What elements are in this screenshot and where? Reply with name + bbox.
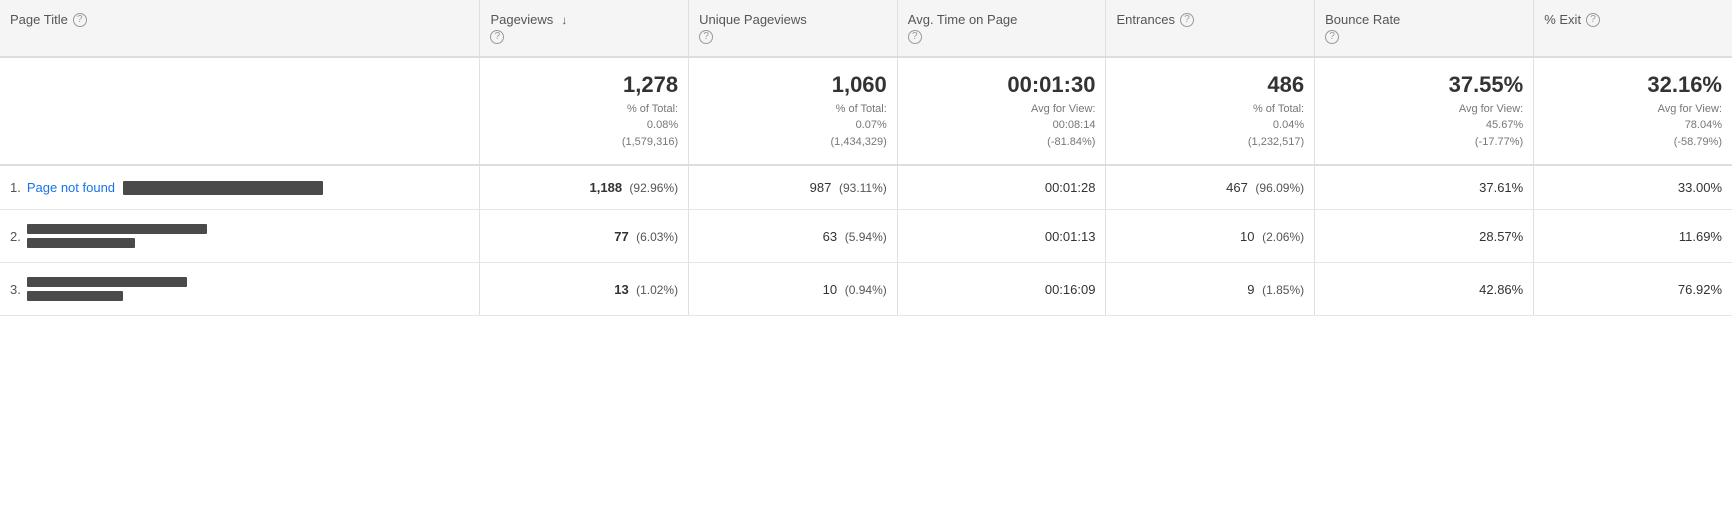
row-number: 2. (10, 229, 21, 244)
avgtime-help-icon[interactable]: ? (908, 30, 922, 44)
row-unique-cell: 63 (5.94%) (689, 210, 898, 263)
summary-exit-cell: 32.16% Avg for View: 78.04% (-58.79%) (1534, 57, 1732, 166)
col-header-unique-pageviews: Unique Pageviews ? (689, 0, 898, 57)
row-pageviews-cell: 77 (6.03%) (480, 210, 689, 263)
row-bounce-cell: 42.86% (1315, 263, 1534, 316)
row-entrances-cell: 467 (96.09%) (1106, 165, 1315, 210)
col-header-entrances: Entrances ? (1106, 0, 1315, 57)
row-exit-cell: 33.00% (1534, 165, 1732, 210)
redacted-bar-2 (27, 291, 123, 301)
row-avgtime-cell: 00:01:13 (897, 210, 1106, 263)
pageviews-value: 1,188 (590, 180, 623, 195)
summary-row: 1,278 % of Total: 0.08% (1,579,316) 1,06… (0, 57, 1732, 166)
summary-pageviews-cell: 1,278 % of Total: 0.08% (1,579,316) (480, 57, 689, 166)
unique-pct: (0.94%) (845, 283, 887, 297)
summary-avgtime-main: 00:01:30 (908, 72, 1096, 98)
row-number: 3. (10, 282, 21, 297)
row-title-cell: 2. (0, 210, 480, 263)
bounce-help-icon[interactable]: ? (1325, 30, 1339, 44)
summary-avgtime-cell: 00:01:30 Avg for View: 00:08:14 (-81.84%… (897, 57, 1106, 166)
summary-bounce-cell: 37.55% Avg for View: 45.67% (-17.77%) (1315, 57, 1534, 166)
pageviews-pct: (92.96%) (626, 181, 678, 195)
col-header-pageviews: Pageviews ↓ ? (480, 0, 689, 57)
row-bounce-cell: 37.61% (1315, 165, 1534, 210)
table-header-row: Page Title ? Pageviews ↓ ? Unique Pagevi… (0, 0, 1732, 57)
col-header-pct-exit: % Exit ? (1534, 0, 1732, 57)
pageviews-sort-arrow[interactable]: ↓ (561, 13, 567, 27)
summary-pageviews-main: 1,278 (490, 72, 678, 98)
summary-unique-sub: % of Total: 0.07% (1,434,329) (699, 101, 887, 151)
summary-bounce-sub: Avg for View: 45.67% (-17.77%) (1325, 101, 1523, 151)
unique-pct: (93.11%) (839, 181, 887, 195)
summary-avgtime-sub: Avg for View: 00:08:14 (-81.84%) (908, 101, 1096, 151)
entrances-help-icon[interactable]: ? (1180, 13, 1194, 27)
row-entrances-cell: 9 (1.85%) (1106, 263, 1315, 316)
summary-title-cell (0, 57, 480, 166)
row-unique-cell: 987 (93.11%) (689, 165, 898, 210)
row-unique-cell: 10 (0.94%) (689, 263, 898, 316)
col-exit-label: % Exit (1544, 12, 1581, 27)
pageviews-value: 77 (614, 229, 628, 244)
table-row: 3.13 (1.02%)10 (0.94%)00:16:099 (1.85%)4… (0, 263, 1732, 316)
row-pageviews-cell: 1,188 (92.96%) (480, 165, 689, 210)
table-row: 2.77 (6.03%)63 (5.94%)00:01:1310 (2.06%)… (0, 210, 1732, 263)
pageviews-pct: (6.03%) (633, 230, 678, 244)
row-avgtime-cell: 00:16:09 (897, 263, 1106, 316)
pageviews-pct: (1.02%) (633, 283, 678, 297)
data-bar (123, 181, 323, 195)
col-title-label: Page Title (10, 12, 68, 27)
entrances-pct: (2.06%) (1262, 230, 1304, 244)
row-number: 1. (10, 180, 21, 195)
unique-help-icon[interactable]: ? (699, 30, 713, 44)
row-exit-cell: 11.69% (1534, 210, 1732, 263)
row-title-cell: 1. Page not found (0, 165, 480, 210)
summary-entrances-cell: 486 % of Total: 0.04% (1,232,517) (1106, 57, 1315, 166)
summary-exit-sub: Avg for View: 78.04% (-58.79%) (1544, 101, 1722, 151)
summary-pageviews-sub: % of Total: 0.08% (1,579,316) (490, 101, 678, 151)
row-title-cell: 3. (0, 263, 480, 316)
col-header-page-title: Page Title ? (0, 0, 480, 57)
redacted-bar-1 (27, 224, 207, 234)
summary-exit-main: 32.16% (1544, 72, 1722, 98)
row-pageviews-cell: 13 (1.02%) (480, 263, 689, 316)
entrances-pct: (1.85%) (1262, 283, 1304, 297)
exit-help-icon[interactable]: ? (1586, 13, 1600, 27)
unique-pct: (5.94%) (845, 230, 887, 244)
col-avgtime-label: Avg. Time on Page (908, 12, 1018, 27)
summary-bounce-main: 37.55% (1325, 72, 1523, 98)
pageviews-value: 13 (614, 282, 628, 297)
row-avgtime-cell: 00:01:28 (897, 165, 1106, 210)
col-bounce-label: Bounce Rate (1325, 12, 1400, 27)
redacted-bar-2 (27, 238, 135, 248)
redacted-bar-1 (27, 277, 187, 287)
entrances-pct: (96.09%) (1255, 181, 1304, 195)
summary-entrances-main: 486 (1116, 72, 1304, 98)
col-header-avg-time: Avg. Time on Page ? (897, 0, 1106, 57)
row-exit-cell: 76.92% (1534, 263, 1732, 316)
table-row: 1.Page not found1,188 (92.96%)987 (93.11… (0, 165, 1732, 210)
col-entrances-label: Entrances (1116, 12, 1175, 27)
row-bounce-cell: 28.57% (1315, 210, 1534, 263)
summary-entrances-sub: % of Total: 0.04% (1,232,517) (1116, 101, 1304, 151)
row-entrances-cell: 10 (2.06%) (1106, 210, 1315, 263)
page-title-help-icon[interactable]: ? (73, 13, 87, 27)
col-unique-label: Unique Pageviews (699, 12, 807, 27)
page-title-link[interactable]: Page not found (27, 180, 115, 195)
pageviews-help-icon[interactable]: ? (490, 30, 504, 44)
col-header-bounce-rate: Bounce Rate ? (1315, 0, 1534, 57)
bar-container (123, 181, 323, 195)
col-pageviews-label: Pageviews (490, 12, 553, 27)
summary-unique-main: 1,060 (699, 72, 887, 98)
summary-unique-cell: 1,060 % of Total: 0.07% (1,434,329) (689, 57, 898, 166)
